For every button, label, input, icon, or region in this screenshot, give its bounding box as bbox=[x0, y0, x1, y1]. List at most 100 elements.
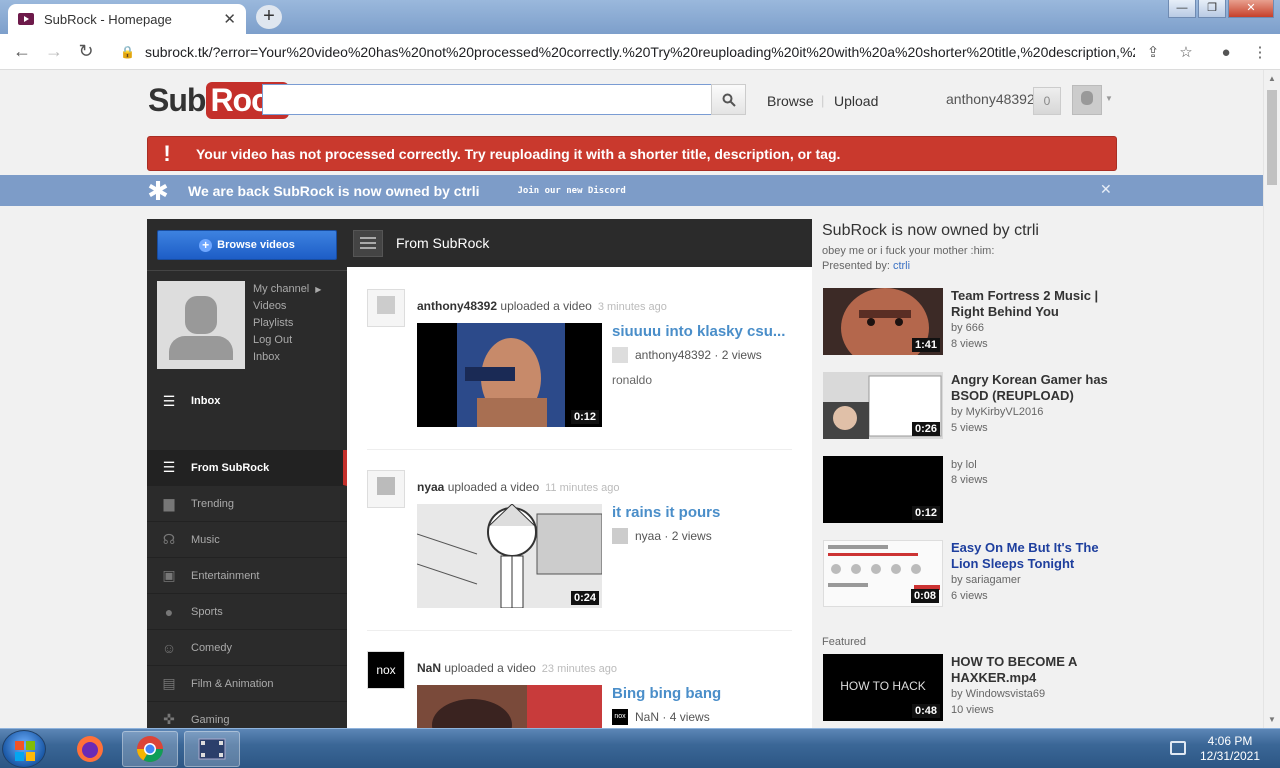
feed-user[interactable]: anthony48392 bbox=[417, 299, 497, 313]
video-editor-taskbar-icon[interactable] bbox=[184, 731, 240, 767]
user-avatar[interactable] bbox=[1072, 85, 1102, 115]
video-thumbnail[interactable]: 1:41 bbox=[823, 288, 943, 355]
uploader-avatar[interactable] bbox=[367, 470, 405, 508]
back-icon[interactable]: ← bbox=[6, 41, 38, 62]
search-input[interactable] bbox=[262, 84, 712, 115]
video-title[interactable]: Team Fortress 2 Music | Right Behind You bbox=[951, 288, 1116, 320]
feed-user[interactable]: NaN bbox=[417, 661, 441, 675]
list-icon: ☰ bbox=[162, 392, 176, 409]
video-channel: nyaa · 2 views bbox=[612, 528, 712, 544]
discord-link[interactable]: Join our new Discord bbox=[517, 186, 625, 196]
video-uploader[interactable]: by 666 bbox=[951, 322, 984, 334]
video-title[interactable]: siuuuu into klasky csu... bbox=[612, 323, 797, 340]
log-out-link[interactable]: Log Out bbox=[253, 332, 321, 349]
playlists-link[interactable]: Playlists bbox=[253, 315, 321, 332]
browse-videos-label: Browse videos bbox=[217, 239, 295, 251]
address-bar[interactable]: 🔒 subrock.tk/?error=Your%20video%20has%2… bbox=[108, 38, 1138, 66]
forward-icon[interactable]: → bbox=[38, 41, 70, 62]
video-thumbnail[interactable]: 0:12 bbox=[417, 323, 602, 427]
video-uploader[interactable]: by lol bbox=[951, 459, 977, 471]
profile-links: My channel ▶ Videos Playlists Log Out Inb… bbox=[253, 281, 321, 366]
announcement-banner: ✱ We are back SubRock is now owned by ct… bbox=[0, 175, 1263, 206]
reload-icon[interactable]: ↻ bbox=[70, 41, 102, 62]
close-window-button[interactable]: ✕ bbox=[1228, 0, 1274, 18]
presenter-link[interactable]: ctrli bbox=[893, 260, 910, 272]
videos-link[interactable]: Videos bbox=[253, 298, 321, 315]
related-video[interactable]: 0:26 Angry Korean Gamer has BSOD (REUPLO… bbox=[822, 372, 1122, 440]
browse-videos-button[interactable]: + Browse videos bbox=[157, 230, 337, 260]
video-uploader[interactable]: by sariagamer bbox=[951, 574, 1021, 586]
notification-count[interactable]: 0 bbox=[1033, 87, 1061, 115]
profile-icon[interactable]: ● bbox=[1211, 34, 1241, 70]
video-thumbnail[interactable]: 0:08 bbox=[823, 540, 943, 607]
profile-picture[interactable] bbox=[157, 281, 245, 369]
close-banner-icon[interactable]: ✕ bbox=[1100, 181, 1112, 198]
featured-video[interactable]: HOW TO HACK 0:48 HOW TO BECOME A HAXKER.… bbox=[822, 654, 1122, 722]
username[interactable]: anthony48392 bbox=[946, 91, 1035, 107]
video-title[interactable]: HOW TO BECOME A HAXKER.mp4 bbox=[951, 654, 1116, 686]
scroll-up-icon[interactable]: ▲ bbox=[1268, 74, 1276, 83]
film-strip-icon: ▤ bbox=[162, 675, 176, 691]
channel-avatar: nox bbox=[612, 709, 628, 725]
video-thumbnail[interactable]: 0:12 bbox=[823, 456, 943, 523]
guide-item-trending[interactable]: ▆ Trending bbox=[147, 486, 347, 522]
firefox-taskbar-icon[interactable] bbox=[62, 731, 118, 767]
minimize-button[interactable]: — bbox=[1168, 0, 1196, 18]
video-views: 8 views bbox=[951, 338, 988, 350]
guide-item-inbox[interactable]: ☰ Inbox bbox=[147, 383, 347, 419]
uploader-avatar[interactable] bbox=[367, 289, 405, 327]
my-channel-link[interactable]: My channel ▶ bbox=[253, 281, 321, 298]
share-icon[interactable]: ⇪ bbox=[1138, 34, 1168, 70]
search-button[interactable] bbox=[711, 84, 746, 115]
inbox-link[interactable]: Inbox bbox=[253, 349, 321, 366]
guide-item-sports[interactable]: ● Sports bbox=[147, 594, 347, 630]
browse-link[interactable]: Browse bbox=[767, 93, 814, 109]
page-scrollbar[interactable]: ▲ ▼ bbox=[1263, 70, 1280, 728]
video-views: 6 views bbox=[951, 590, 988, 602]
feed-menu-icon[interactable] bbox=[353, 229, 383, 257]
video-title[interactable]: Bing bing bang bbox=[612, 685, 797, 702]
account-caret-icon[interactable]: ▼ bbox=[1105, 94, 1113, 103]
related-video[interactable]: 1:41 Team Fortress 2 Music | Right Behin… bbox=[822, 288, 1122, 356]
scrollbar-thumb[interactable] bbox=[1267, 90, 1277, 185]
guide-item-gaming[interactable]: ✜ Gaming bbox=[147, 702, 347, 728]
upload-link[interactable]: Upload bbox=[834, 93, 878, 109]
maximize-button[interactable]: ❐ bbox=[1198, 0, 1226, 18]
video-thumbnail[interactable]: HOW TO HACK 0:48 bbox=[823, 654, 943, 721]
video-title[interactable]: it rains it pours bbox=[612, 504, 797, 521]
video-thumbnail[interactable]: 0:24 bbox=[417, 504, 602, 608]
video-title[interactable]: Easy On Me But It's The Lion Sleeps Toni… bbox=[951, 540, 1116, 572]
system-clock[interactable]: 4:06 PM 12/31/2021 bbox=[1195, 734, 1265, 764]
menu-icon[interactable]: ⋮ bbox=[1245, 34, 1275, 70]
video-views: 10 views bbox=[951, 704, 994, 716]
close-tab-icon[interactable]: ✕ bbox=[223, 10, 236, 28]
browser-tab[interactable]: SubRock - Homepage ✕ bbox=[8, 4, 246, 34]
feed-time: 23 minutes ago bbox=[541, 663, 617, 675]
network-tray-icon[interactable] bbox=[1170, 741, 1186, 755]
guide-item-film-animation[interactable]: ▤ Film & Animation bbox=[147, 666, 347, 702]
video-thumbnail[interactable] bbox=[417, 685, 602, 728]
header-separator: | bbox=[821, 93, 825, 108]
chrome-taskbar-icon[interactable] bbox=[122, 731, 178, 767]
video-duration: 0:24 bbox=[570, 591, 599, 605]
guide-item-from-subrock[interactable]: ☰ From SubRock bbox=[147, 450, 347, 486]
window-controls: — ❐ ✕ bbox=[1168, 0, 1274, 18]
video-duration: 0:08 bbox=[910, 589, 939, 603]
guide-item-entertainment[interactable]: ▣ Entertainment bbox=[147, 558, 347, 594]
logo-sub: Sub bbox=[148, 81, 206, 118]
new-tab-button[interactable]: + bbox=[256, 5, 282, 29]
video-uploader[interactable]: by MyKirbyVL2016 bbox=[951, 406, 1043, 418]
guide-item-comedy[interactable]: ☺ Comedy bbox=[147, 630, 347, 666]
bookmark-star-icon[interactable]: ☆ bbox=[1171, 34, 1201, 70]
guide-item-music[interactable]: ☊ Music bbox=[147, 522, 347, 558]
video-thumbnail[interactable]: 0:26 bbox=[823, 372, 943, 439]
video-title[interactable]: Angry Korean Gamer has BSOD (REUPLOAD) bbox=[951, 372, 1116, 404]
video-uploader[interactable]: by Windowsvista69 bbox=[951, 688, 1045, 700]
uploader-avatar[interactable]: nox bbox=[367, 651, 405, 689]
guide-item-label: From SubRock bbox=[191, 461, 270, 474]
start-button[interactable] bbox=[2, 730, 46, 768]
feed-user[interactable]: nyaa bbox=[417, 480, 444, 494]
related-video[interactable]: 0:12 by lol 8 views bbox=[822, 456, 1122, 524]
scroll-down-icon[interactable]: ▼ bbox=[1268, 715, 1276, 724]
related-video[interactable]: 0:08 Easy On Me But It's The Lion Sleeps… bbox=[822, 540, 1122, 608]
